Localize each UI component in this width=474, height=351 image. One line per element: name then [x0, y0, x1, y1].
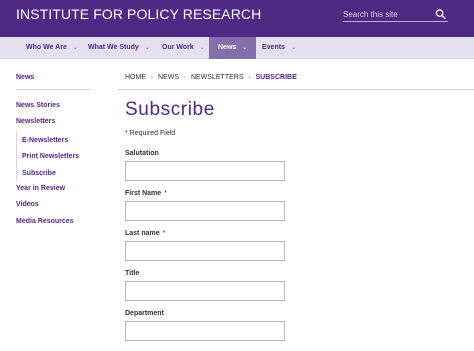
required-marker: *	[162, 230, 166, 237]
breadcrumb-news[interactable]: NEWS	[158, 74, 179, 81]
search-input[interactable]	[343, 8, 433, 21]
nav-item-news[interactable]: News ⌄	[209, 37, 257, 59]
nav-item-our-work[interactable]: Our Work ⌄	[162, 37, 205, 59]
nav-item-label: What We Study	[88, 44, 139, 51]
breadcrumb: HOME › NEWS › NEWSLETTERS › SUBSCRIBE	[125, 74, 297, 81]
site-header: INSTITUTE FOR POLICY RESEARCH	[0, 0, 474, 37]
first-name-label: First Name *	[125, 190, 167, 197]
field-label-text: First Name	[125, 190, 162, 197]
last-name-label: Last name *	[125, 230, 165, 237]
last-name-field[interactable]	[125, 241, 285, 261]
field-label-text: Title	[125, 270, 140, 277]
sidebar-item-media-resources[interactable]: Media Resources	[16, 218, 74, 225]
salutation-field[interactable]	[125, 161, 285, 181]
chevron-down-icon: ⌄	[144, 45, 150, 51]
chevron-right-icon: ›	[248, 75, 251, 81]
required-marker: *	[164, 190, 167, 197]
breadcrumb-newsletters[interactable]: NEWSLETTERS	[191, 74, 244, 81]
title-field[interactable]	[125, 281, 285, 301]
first-name-field[interactable]	[125, 201, 285, 221]
sidebar-divider	[16, 89, 91, 90]
nav-item-label: Events	[262, 44, 285, 51]
field-label-text: Salutation	[125, 150, 159, 157]
main-nav: Who We Are ⌄ What We Study ⌄ Our Work ⌄ New…	[0, 37, 474, 59]
sidebar-section-title[interactable]: News	[16, 74, 34, 81]
chevron-right-icon: ›	[151, 75, 153, 81]
nav-item-label: Our Work	[162, 44, 194, 51]
site-title[interactable]: INSTITUTE FOR POLICY RESEARCH	[16, 6, 261, 22]
search-box	[343, 8, 448, 22]
sidebar-item-videos[interactable]: Videos	[16, 201, 39, 208]
chevron-down-icon: ⌄	[242, 45, 248, 51]
breadcrumb-divider	[118, 89, 474, 90]
search-icon[interactable]	[435, 8, 446, 20]
sidebar-item-e-newsletters[interactable]: E-Newsletters	[22, 137, 68, 144]
page-title: Subscribe	[125, 99, 215, 120]
field-label-text: Department	[125, 310, 164, 317]
department-field[interactable]	[125, 321, 285, 341]
field-label-text: Last name	[125, 230, 160, 237]
sidebar-submenu-rule	[16, 131, 17, 181]
sidebar-item-year-in-review[interactable]: Year in Review	[16, 185, 65, 192]
sidebar-item-subscribe[interactable]: Subscribe	[22, 170, 56, 177]
sidebar-item-news-stories[interactable]: News Stories	[16, 102, 60, 109]
department-label: Department	[125, 310, 164, 317]
nav-item-what-we-study[interactable]: What We Study ⌄	[88, 37, 150, 59]
title-label: Title	[125, 270, 139, 277]
nav-item-who-we-are[interactable]: Who We Are ⌄	[26, 37, 78, 59]
nav-item-label: News	[218, 44, 237, 51]
chevron-down-icon: ⌄	[199, 45, 205, 51]
sidebar-item-print-newsletters[interactable]: Print Newsletters	[22, 153, 79, 160]
sidebar-item-newsletters[interactable]: Newsletters	[16, 118, 55, 125]
breadcrumb-home[interactable]: HOME	[125, 74, 146, 81]
salutation-label: Salutation	[125, 150, 159, 157]
chevron-down-icon: ⌄	[72, 45, 78, 51]
chevron-down-icon: ⌄	[290, 45, 296, 51]
nav-item-label: Who We Are	[26, 44, 67, 51]
breadcrumb-current: SUBSCRIBE	[255, 74, 297, 81]
nav-item-events[interactable]: Events ⌄	[262, 37, 296, 59]
required-field-note: * Required Field	[125, 130, 176, 137]
chevron-right-icon: ›	[184, 75, 186, 81]
